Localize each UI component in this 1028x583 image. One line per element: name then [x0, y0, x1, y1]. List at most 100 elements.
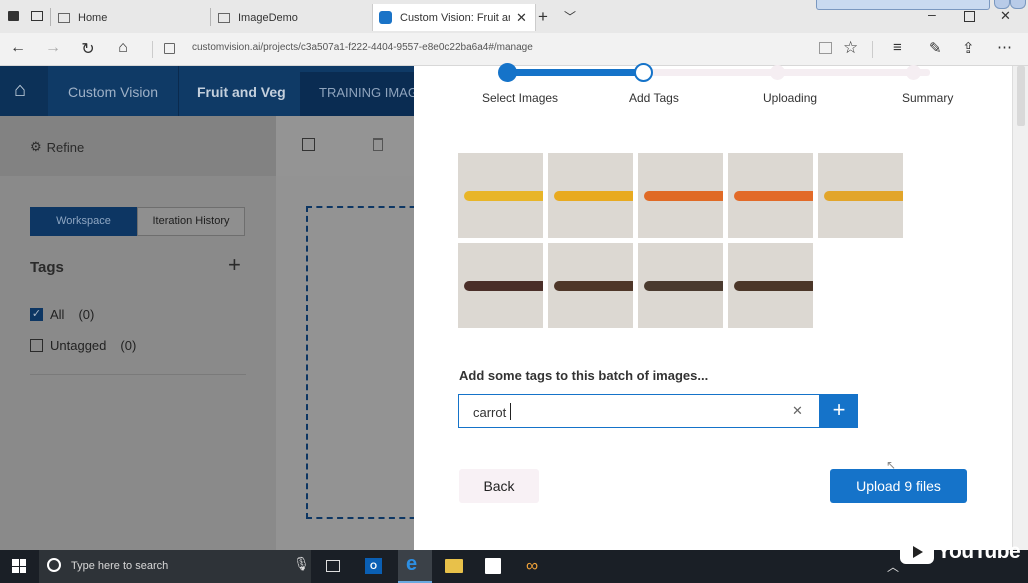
url-field[interactable]: customvision.ai/projects/c3a507a1-f222-4…: [192, 42, 533, 53]
brand-name[interactable]: Custom Vision: [68, 84, 158, 100]
tab-imagedemo-label: ImageDemo: [238, 12, 298, 24]
microphone-icon[interactable]: 🎙: [293, 556, 310, 572]
drop-zone[interactable]: [306, 206, 426, 519]
tab-actions-icon[interactable]: [8, 11, 19, 21]
youtube-watermark: YouTube: [900, 540, 1021, 564]
task-view-icon[interactable]: [326, 560, 340, 572]
close-window-icon[interactable]: ✕: [1000, 8, 1011, 24]
refine-button[interactable]: ⚙ Refine: [30, 139, 84, 155]
clear-input-icon[interactable]: ✕: [792, 403, 803, 419]
tags-heading: Tags: [30, 259, 64, 276]
home-icon[interactable]: ⌂: [112, 39, 134, 57]
tab-custom-vision[interactable]: Custom Vision: Fruit and ✕: [372, 4, 536, 31]
image-thumbnail[interactable]: [458, 243, 543, 328]
youtube-wordmark: YouTube: [937, 540, 1021, 563]
image-thumbnail[interactable]: [548, 153, 633, 238]
left-pane: ⚙ Refine Workspace Iteration History Tag…: [0, 116, 276, 550]
favorite-star-icon[interactable]: ☆: [843, 38, 858, 58]
address-separator: [152, 41, 153, 58]
carrot-photo: [734, 191, 813, 201]
step-label-summary: Summary: [902, 91, 954, 105]
toolbar-separator: [872, 41, 873, 58]
tag-prompt: Add some tags to this batch of images...: [459, 368, 709, 383]
add-images-icon[interactable]: [302, 138, 315, 151]
iteration-history-toggle[interactable]: Iteration History: [137, 207, 245, 236]
scrollbar-thumb[interactable]: [1017, 66, 1025, 126]
store-icon[interactable]: [485, 558, 501, 574]
delete-icon[interactable]: [373, 138, 383, 151]
back-arrow-icon[interactable]: ←: [7, 39, 29, 57]
checkbox-checked-icon[interactable]: ✓: [30, 308, 43, 321]
tab-separator: [50, 8, 51, 26]
refresh-icon[interactable]: ↻: [77, 39, 99, 59]
app-header: ⌂ Custom Vision Fruit and Veg TRAINING I…: [0, 66, 414, 116]
step-dot: [770, 65, 785, 80]
image-thumbnail[interactable]: [638, 243, 723, 328]
image-toolbar: [276, 116, 414, 176]
visual-studio-icon[interactable]: ∞: [526, 556, 538, 576]
carrot-photo: [644, 281, 723, 291]
cortana-circle-icon: [47, 558, 61, 572]
lock-icon: [164, 43, 175, 54]
header-divider: [178, 66, 179, 116]
step-label-uploading: Uploading: [763, 91, 818, 105]
image-thumbnail[interactable]: [638, 153, 723, 238]
new-tab-icon[interactable]: +: [538, 7, 548, 27]
carrot-photo: [824, 191, 903, 201]
search-placeholder: Type here to search: [71, 560, 169, 572]
add-images-dialog: Select Images Add Tags Uploading Summary…: [414, 63, 1012, 550]
image-thumbnail[interactable]: [818, 153, 903, 238]
step-label-add-tags: Add Tags: [629, 91, 679, 105]
forward-arrow-icon[interactable]: →: [42, 39, 64, 57]
tag-count: (0): [78, 307, 95, 322]
carrot-photo: [464, 191, 543, 201]
tag-input[interactable]: carrot ✕: [458, 394, 820, 428]
windows-start-icon[interactable]: [12, 559, 26, 573]
outlook-icon[interactable]: O: [365, 558, 382, 574]
workspace-toggle[interactable]: Workspace: [30, 207, 137, 236]
image-thumbnail[interactable]: [728, 243, 813, 328]
overlay-badge: [816, 0, 990, 10]
reading-view-icon[interactable]: [819, 42, 832, 54]
tag-label: All: [50, 307, 65, 322]
taskbar-search-box[interactable]: Type here to search 🎙: [39, 550, 311, 583]
upload-files-button[interactable]: Upload 9 files: [830, 469, 967, 503]
hub-icon[interactable]: ≡: [893, 39, 902, 56]
image-drop-area: [276, 176, 426, 550]
edge-browser-icon[interactable]: e: [398, 550, 432, 583]
image-thumbnail[interactable]: [548, 243, 633, 328]
share-icon[interactable]: ⇪: [962, 39, 975, 57]
more-icon[interactable]: ⋯: [997, 38, 1012, 56]
image-thumbnail[interactable]: [728, 153, 813, 238]
close-tab-icon[interactable]: ✕: [516, 10, 527, 26]
tab-custom-vision-label: Custom Vision: Fruit and: [400, 11, 510, 24]
stepper-progress: [506, 69, 646, 76]
step-dot-current: [634, 63, 653, 82]
tag-row-all[interactable]: ✓ All (0): [30, 307, 94, 322]
set-aside-tabs-icon[interactable]: [31, 11, 43, 21]
address-bar: ← → ↻ ⌂ customvision.ai/projects/c3a507a…: [0, 33, 1028, 66]
restore-icon[interactable]: [964, 11, 975, 22]
add-tag-button[interactable]: +: [820, 394, 858, 428]
tag-row-untagged[interactable]: Untagged (0): [30, 338, 136, 353]
add-tag-icon[interactable]: +: [228, 252, 241, 278]
tab-imagedemo[interactable]: ImageDemo: [218, 6, 368, 30]
refine-label: Refine: [46, 139, 85, 155]
training-images-tab[interactable]: TRAINING IMAGES: [300, 72, 414, 116]
web-note-icon[interactable]: ✎: [929, 39, 942, 57]
sliders-icon: ⚙: [30, 139, 42, 154]
project-name[interactable]: Fruit and Veg: [197, 84, 286, 100]
checkbox-icon[interactable]: [30, 339, 43, 352]
back-button[interactable]: Back: [459, 469, 539, 503]
page-icon: [58, 13, 70, 23]
show-hidden-icons[interactable]: ︿: [887, 558, 899, 575]
tab-preview-chevron-icon[interactable]: ﹀: [564, 8, 576, 25]
carrot-photo: [464, 281, 543, 291]
tab-home[interactable]: Home: [58, 6, 208, 30]
browser-tab-bar: Home ImageDemo Custom Vision: Fruit and …: [0, 0, 1028, 34]
home-icon: ⌂: [14, 79, 27, 101]
file-explorer-icon[interactable]: [445, 559, 463, 573]
image-thumbnail[interactable]: [458, 153, 543, 238]
carrot-photo: [554, 281, 633, 291]
home-nav-button[interactable]: ⌂: [0, 66, 48, 116]
